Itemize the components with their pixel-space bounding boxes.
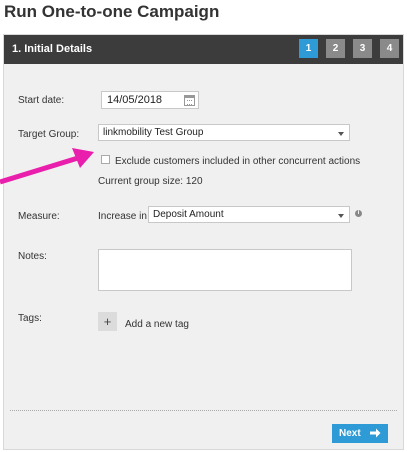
- step-1-button[interactable]: 1: [299, 39, 318, 58]
- tags-label: Tags:: [18, 313, 42, 324]
- measure-value: Deposit Amount: [153, 209, 224, 220]
- add-tag-button[interactable]: +: [98, 312, 117, 331]
- target-group-select[interactable]: linkmobility Test Group: [98, 124, 350, 141]
- notes-textarea[interactable]: [98, 249, 352, 291]
- calendar-icon[interactable]: [184, 95, 195, 106]
- arrow-right-icon: [370, 428, 381, 438]
- wizard-panel: 1. Initial Details 1 2 3 4 Start date: 1…: [3, 34, 404, 450]
- step-3-button[interactable]: 3: [353, 39, 372, 58]
- next-button[interactable]: Next: [332, 424, 388, 443]
- target-group-value: linkmobility Test Group: [103, 127, 204, 138]
- page-title: Run One-to-one Campaign: [4, 2, 220, 21]
- add-tag-label[interactable]: Add a new tag: [125, 319, 189, 330]
- group-size-text: Current group size: 120: [98, 176, 203, 187]
- annotation-arrow: [0, 148, 94, 185]
- measure-prefix: Increase in: [98, 211, 147, 222]
- step-4-button[interactable]: 4: [380, 39, 399, 58]
- start-date-value: 14/05/2018: [107, 94, 163, 106]
- info-icon[interactable]: i: [355, 210, 362, 217]
- start-date-input[interactable]: 14/05/2018: [101, 91, 199, 109]
- chevron-down-icon: [338, 214, 344, 218]
- step-2-button[interactable]: 2: [326, 39, 345, 58]
- exclude-checkbox[interactable]: [101, 155, 110, 164]
- wizard-header: 1. Initial Details 1 2 3 4: [4, 35, 403, 64]
- target-group-label: Target Group:: [18, 129, 80, 140]
- notes-label: Notes:: [18, 251, 47, 262]
- start-date-label: Start date:: [18, 95, 65, 106]
- footer-divider: [10, 410, 397, 411]
- step-title: 1. Initial Details: [12, 43, 93, 55]
- next-label: Next: [339, 428, 361, 439]
- chevron-down-icon: [338, 132, 344, 136]
- step-indicator: 1 2 3 4: [299, 39, 399, 58]
- measure-label: Measure:: [18, 211, 60, 222]
- exclude-label: Exclude customers included in other conc…: [115, 156, 361, 167]
- measure-select[interactable]: Deposit Amount: [148, 206, 350, 223]
